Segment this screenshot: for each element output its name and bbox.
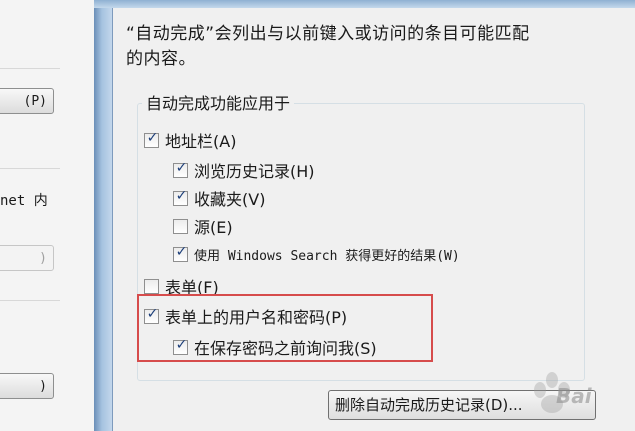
checkbox-label: 浏览历史记录(H) bbox=[194, 162, 315, 181]
checkbox-address-bar[interactable]: ✓ 地址栏(A) bbox=[144, 128, 236, 152]
divider bbox=[0, 300, 60, 301]
checkbox-browsing-history[interactable]: ✓ 浏览历史记录(H) bbox=[173, 158, 315, 182]
background-window: (P) net 内 ) ) bbox=[0, 0, 98, 431]
watermark-text: Bai bbox=[556, 384, 592, 408]
checkbox-windows-search[interactable]: ✓ 使用 Windows Search 获得更好的结果(W) bbox=[173, 244, 460, 264]
checkbox-label: 地址栏(A) bbox=[165, 132, 237, 151]
background-button[interactable]: (P) bbox=[0, 88, 54, 114]
background-button-disabled: ) bbox=[0, 245, 54, 271]
dialog-description: “自动完成”会列出与以前键入或访问的条目可能匹配 的内容。 bbox=[126, 22, 626, 72]
checkbox-label: 收藏夹(V) bbox=[194, 190, 266, 209]
divider bbox=[0, 68, 60, 69]
dialog-frame bbox=[94, 0, 114, 431]
description-line-2: 的内容。 bbox=[126, 49, 196, 69]
checkbox-box[interactable]: ✓ bbox=[173, 187, 188, 206]
red-highlight-box bbox=[137, 294, 433, 362]
checkbox-box[interactable]: ✓ bbox=[173, 159, 188, 178]
checkbox-label: 源(E) bbox=[194, 218, 233, 237]
checkbox-favorites[interactable]: ✓ 收藏夹(V) bbox=[173, 186, 265, 210]
dialog-frame-top bbox=[94, 0, 635, 8]
checkbox-box[interactable] bbox=[173, 218, 188, 234]
check-icon: ✓ bbox=[175, 187, 188, 204]
checkbox-box[interactable]: ✓ bbox=[144, 129, 159, 148]
check-icon: ✓ bbox=[175, 159, 188, 176]
divider bbox=[0, 168, 60, 169]
background-text: net 内 bbox=[0, 193, 48, 209]
group-title: 自动完成功能应用于 bbox=[142, 90, 295, 114]
background-button-bottom[interactable]: ) bbox=[0, 373, 54, 399]
description-line-1: “自动完成”会列出与以前键入或访问的条目可能匹配 bbox=[126, 24, 530, 44]
checkbox-feeds[interactable]: 源(E) bbox=[173, 214, 233, 238]
check-icon: ✓ bbox=[175, 244, 188, 260]
checkbox-box[interactable]: ✓ bbox=[173, 244, 188, 262]
checkbox-label: 使用 Windows Search 获得更好的结果(W) bbox=[194, 249, 460, 264]
check-icon: ✓ bbox=[146, 129, 159, 146]
checkbox-box[interactable] bbox=[144, 278, 159, 294]
